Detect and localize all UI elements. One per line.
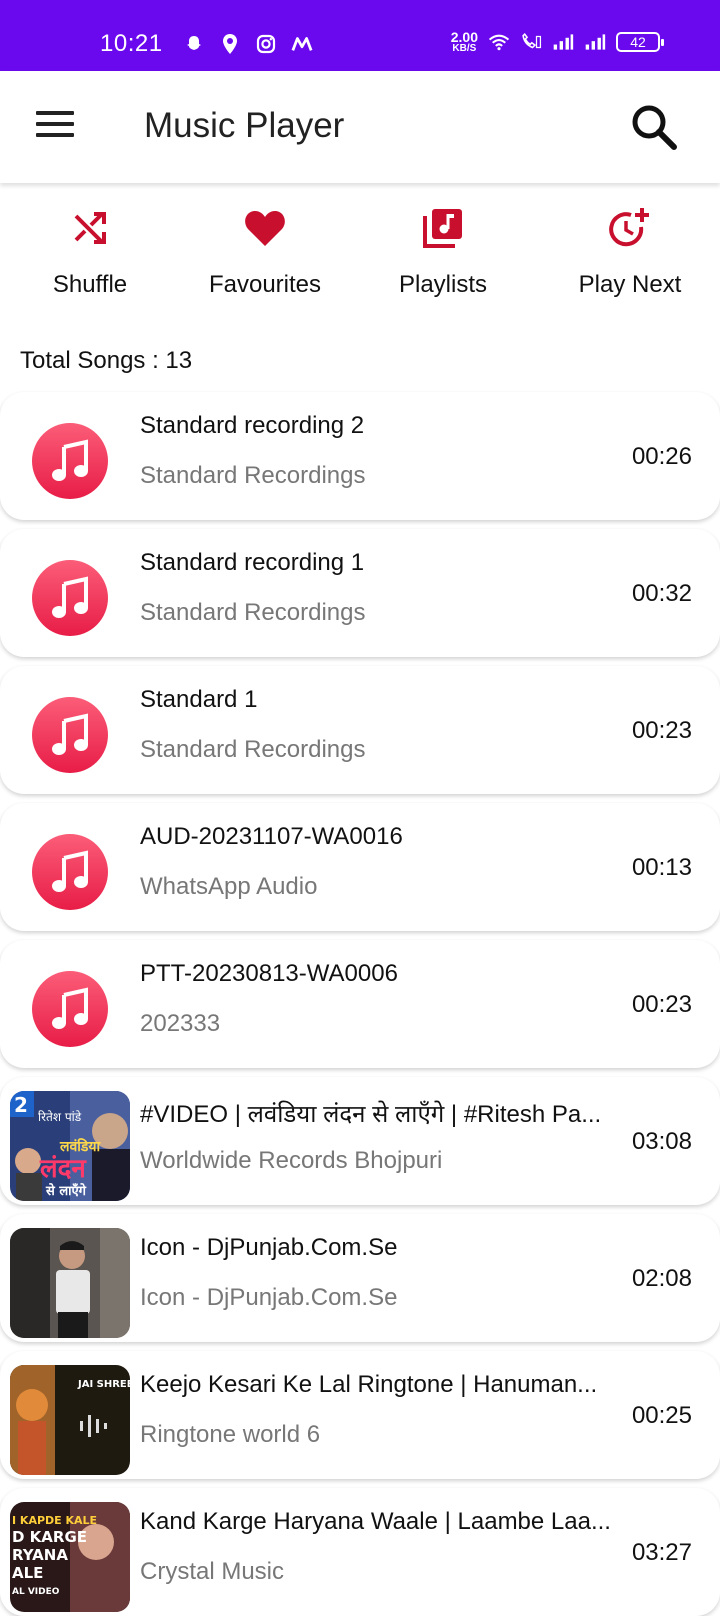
shuffle-label: Shuffle bbox=[52, 271, 128, 298]
song-duration: 03:08 bbox=[631, 1128, 692, 1155]
status-right: 2.00 KB/S 42 bbox=[451, 30, 664, 54]
heart-icon bbox=[175, 200, 355, 256]
music-note-icon bbox=[32, 971, 108, 1047]
song-title: Standard recording 2 bbox=[140, 412, 365, 439]
hamburger-menu-icon[interactable] bbox=[36, 111, 76, 143]
play-next-label: Play Next bbox=[578, 271, 682, 298]
status-left-icons bbox=[183, 33, 313, 55]
thumbnail-text: I KAPDE KALE bbox=[12, 1514, 97, 1527]
song-artist: Standard Recordings bbox=[140, 462, 366, 489]
thumbnail-text: लवंडिया bbox=[59, 1138, 102, 1155]
song-title: Standard recording 1 bbox=[140, 549, 365, 576]
instagram-icon bbox=[255, 33, 277, 55]
song-duration: 00:23 bbox=[631, 991, 692, 1018]
status-time: 10:21 bbox=[100, 30, 163, 57]
song-title: Keejo Kesari Ke Lal Ringtone | Hanuman..… bbox=[140, 1371, 598, 1398]
location-icon bbox=[219, 33, 241, 55]
app-title: Music Player bbox=[144, 106, 345, 145]
playlists-label: Playlists bbox=[398, 271, 488, 298]
thumbnail-text: लंदन bbox=[39, 1154, 87, 1184]
thumbnail-text: D KARGE bbox=[12, 1528, 87, 1546]
favourites-label: Favourites bbox=[208, 271, 322, 298]
quick-actions: Shuffle Favourites Playlists Play Next bbox=[0, 200, 720, 310]
album-art bbox=[10, 680, 130, 790]
song-duration: 00:26 bbox=[631, 443, 692, 470]
song-item[interactable]: JAI SHREE Keejo Kesari Ke Lal Ringtone |… bbox=[0, 1351, 720, 1479]
wifi-icon bbox=[488, 31, 510, 53]
battery-indicator: 42 bbox=[616, 32, 664, 52]
search-icon[interactable] bbox=[628, 101, 680, 153]
snapchat-icon bbox=[183, 33, 205, 55]
thumbnail-text: 2 bbox=[14, 1093, 28, 1117]
song-artist: Standard Recordings bbox=[140, 736, 366, 763]
app-bar: Music Player bbox=[0, 71, 720, 183]
song-item[interactable]: Standard recording 2 Standard Recordings… bbox=[0, 392, 720, 520]
m-logo-icon bbox=[291, 33, 313, 55]
song-item[interactable]: Icon - DjPunjab.Com.Se Icon - DjPunjab.C… bbox=[0, 1214, 720, 1342]
song-artist: 202333 bbox=[140, 1010, 221, 1037]
call-icon bbox=[520, 31, 542, 53]
song-duration: 00:32 bbox=[631, 580, 692, 607]
music-note-icon bbox=[32, 697, 108, 773]
song-item[interactable]: Standard recording 1 Standard Recordings… bbox=[0, 529, 720, 657]
song-item[interactable]: 2 रितेश पांडे लवंडिया लंदन से लाएँगे #VI… bbox=[0, 1077, 720, 1205]
status-bar: 10:21 2.00 KB/S 42 bbox=[0, 0, 720, 71]
song-item[interactable]: I KAPDE KALE D KARGE RYANA ALE AL VIDEO … bbox=[0, 1488, 720, 1616]
thumbnail-text: AL VIDEO bbox=[12, 1587, 60, 1597]
song-duration: 00:23 bbox=[631, 717, 692, 744]
album-art bbox=[10, 543, 130, 653]
thumbnail-text: RYANA bbox=[12, 1546, 68, 1564]
total-songs-count: Total Songs : 13 bbox=[20, 347, 193, 374]
song-artist: Icon - DjPunjab.Com.Se bbox=[140, 1284, 398, 1311]
playlist-icon bbox=[353, 200, 533, 256]
shuffle-button[interactable]: Shuffle bbox=[0, 200, 180, 299]
album-art-thumbnail: JAI SHREE bbox=[10, 1365, 130, 1475]
signal-icon bbox=[584, 31, 606, 53]
song-artist: Ringtone world 6 bbox=[140, 1421, 321, 1448]
net-speed-unit: KB/S bbox=[452, 43, 477, 54]
song-title: Icon - DjPunjab.Com.Se bbox=[140, 1234, 398, 1261]
song-artist: Crystal Music bbox=[140, 1558, 285, 1585]
album-art-thumbnail: 2 रितेश पांडे लवंडिया लंदन से लाएँगे bbox=[10, 1091, 130, 1201]
song-artist: Standard Recordings bbox=[140, 599, 366, 626]
song-title: Standard 1 bbox=[140, 686, 258, 713]
play-next-button[interactable]: Play Next bbox=[540, 200, 720, 299]
song-duration: 02:08 bbox=[631, 1265, 692, 1292]
playlists-button[interactable]: Playlists bbox=[353, 200, 533, 299]
song-title: #VIDEO | लवंडिया लंदन से लाएँगे | #Rites… bbox=[140, 1101, 602, 1128]
album-art bbox=[10, 954, 130, 1064]
song-item[interactable]: Standard 1 Standard Recordings 00:23 bbox=[0, 666, 720, 794]
song-item[interactable]: PTT-20230813-WA0006 202333 00:23 bbox=[0, 940, 720, 1068]
music-note-icon bbox=[32, 834, 108, 910]
song-title: AUD-20231107-WA0016 bbox=[140, 823, 403, 850]
song-title: Kand Karge Haryana Waale | Laambe Laa... bbox=[140, 1508, 611, 1535]
album-art-thumbnail: I KAPDE KALE D KARGE RYANA ALE AL VIDEO bbox=[10, 1502, 130, 1612]
favourites-button[interactable]: Favourites bbox=[175, 200, 355, 299]
signal-icon bbox=[552, 31, 574, 53]
song-artist: Worldwide Records Bhojpuri bbox=[140, 1147, 443, 1174]
song-duration: 03:27 bbox=[631, 1539, 692, 1566]
album-art-thumbnail bbox=[10, 1228, 130, 1338]
net-speed: 2.00 KB/S bbox=[451, 30, 478, 54]
thumbnail-text: ALE bbox=[12, 1564, 43, 1582]
song-item[interactable]: AUD-20231107-WA0016 WhatsApp Audio 00:13 bbox=[0, 803, 720, 931]
album-art bbox=[10, 406, 130, 516]
music-note-icon bbox=[32, 423, 108, 499]
thumbnail-text: रितेश पांडे bbox=[38, 1110, 82, 1124]
net-speed-value: 2.00 bbox=[450, 29, 478, 45]
song-artist: WhatsApp Audio bbox=[140, 873, 318, 900]
song-duration: 00:13 bbox=[631, 854, 692, 881]
shuffle-icon bbox=[0, 200, 180, 256]
thumbnail-text: JAI SHREE bbox=[77, 1379, 130, 1390]
song-title: PTT-20230813-WA0006 bbox=[140, 960, 398, 987]
thumbnail-text: से लाएँगे bbox=[45, 1183, 87, 1199]
music-note-icon bbox=[32, 560, 108, 636]
song-duration: 00:25 bbox=[631, 1402, 692, 1429]
album-art bbox=[10, 817, 130, 927]
play-next-icon bbox=[540, 200, 720, 256]
